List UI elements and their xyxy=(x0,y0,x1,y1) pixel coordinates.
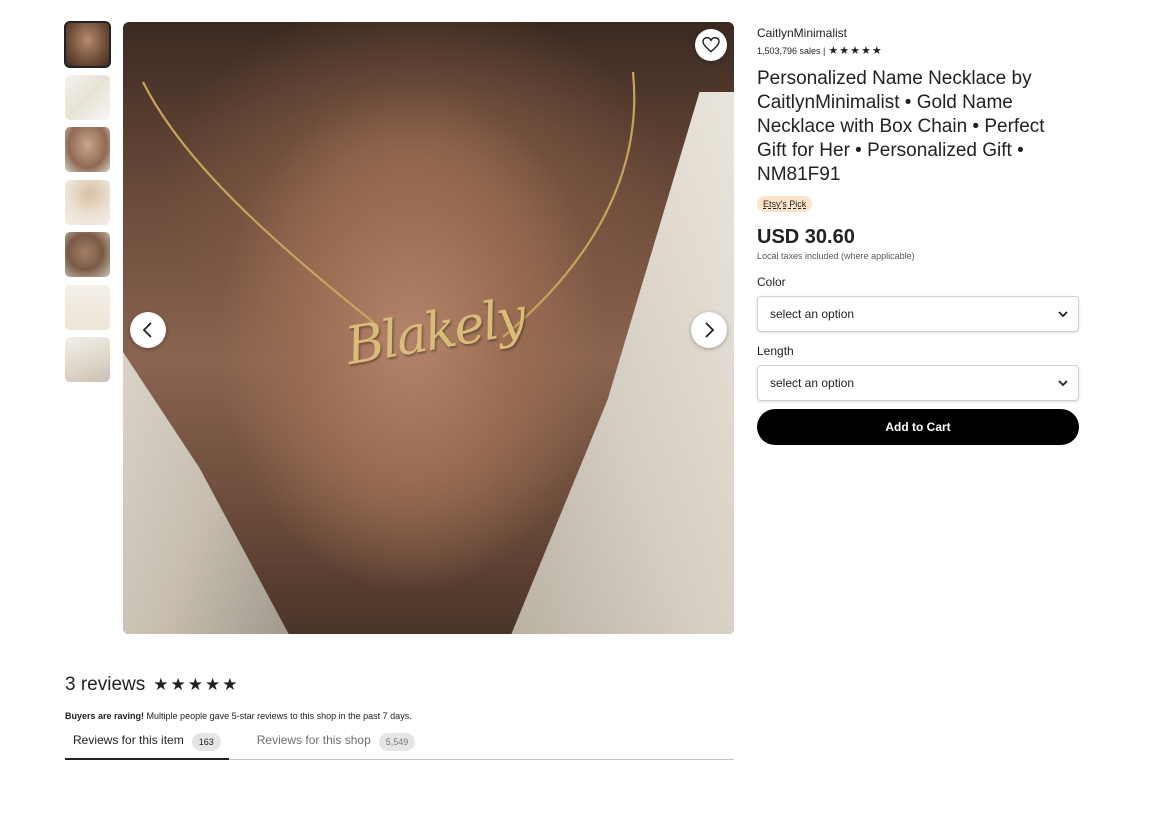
add-to-cart-button[interactable]: Add to Cart xyxy=(757,409,1079,445)
tab-count-badge: 5,549 xyxy=(378,733,416,751)
thumbnail-image-5[interactable] xyxy=(65,232,110,277)
etsys-pick-badge[interactable]: Etsy's Pick xyxy=(757,196,813,212)
color-select[interactable]: select an option xyxy=(757,296,1079,332)
tab-reviews-shop[interactable]: Reviews for this shop 5,549 xyxy=(249,732,424,760)
thumbnail-image-4[interactable] xyxy=(65,179,110,225)
tab-label: Reviews for this item xyxy=(73,733,184,747)
shop-name-link[interactable]: CaitlynMinimalist xyxy=(757,26,1079,40)
tab-reviews-item[interactable]: Reviews for this item 163 xyxy=(65,732,229,760)
color-select-value: select an option xyxy=(770,307,855,321)
chevron-right-icon xyxy=(705,322,715,338)
length-label: Length xyxy=(757,344,794,358)
heart-icon xyxy=(702,37,720,53)
thumbnail-image-6[interactable] xyxy=(65,284,110,330)
product-title: Personalized Name Necklace by CaitlynMin… xyxy=(757,68,1045,185)
reviews-count: 3 reviews xyxy=(65,674,146,695)
tax-note: Local taxes included (where applicable) xyxy=(757,251,915,261)
sales-count: 1,503,796 sales | xyxy=(757,45,826,56)
chevron-down-icon xyxy=(1058,310,1068,317)
thumbnail-list xyxy=(64,21,111,390)
favorite-button[interactable] xyxy=(695,29,727,61)
next-image-button[interactable] xyxy=(691,312,727,348)
tab-count-badge: 163 xyxy=(191,733,221,751)
reviews-tabs: Reviews for this item 163 Reviews for th… xyxy=(65,732,734,760)
raving-bold: Buyers are raving! xyxy=(65,711,145,721)
reviews-stars: ★★★★★ xyxy=(153,675,240,694)
previous-image-button[interactable] xyxy=(130,312,166,348)
reviews-section: 3 reviews ★★★★★ Buyers are raving! Multi… xyxy=(65,674,734,760)
buyers-raving-note: Buyers are raving! Multiple people gave … xyxy=(65,711,734,721)
thumbnail-image-1[interactable] xyxy=(64,21,111,68)
chevron-down-icon xyxy=(1058,379,1068,386)
main-product-image: Blakely xyxy=(123,22,734,634)
raving-text: Multiple people gave 5-star reviews to t… xyxy=(144,711,412,721)
shop-rating-stars: ★★★★★ xyxy=(828,45,883,57)
product-price: USD 30.60 xyxy=(757,226,855,248)
thumbnail-image-7[interactable] xyxy=(65,337,110,382)
length-select-value: select an option xyxy=(770,376,855,390)
length-select[interactable]: select an option xyxy=(757,365,1079,401)
chevron-left-icon xyxy=(142,322,152,338)
product-info-panel: CaitlynMinimalist 1,503,796 sales | ★★★★… xyxy=(757,26,1079,445)
thumbnail-image-3[interactable] xyxy=(65,127,110,172)
shop-sales-row: 1,503,796 sales | ★★★★★ xyxy=(757,44,1079,57)
color-label: Color xyxy=(757,275,786,289)
tab-label: Reviews for this shop xyxy=(256,733,371,747)
reviews-header: 3 reviews ★★★★★ xyxy=(65,674,734,696)
thumbnail-image-2[interactable] xyxy=(65,74,110,120)
